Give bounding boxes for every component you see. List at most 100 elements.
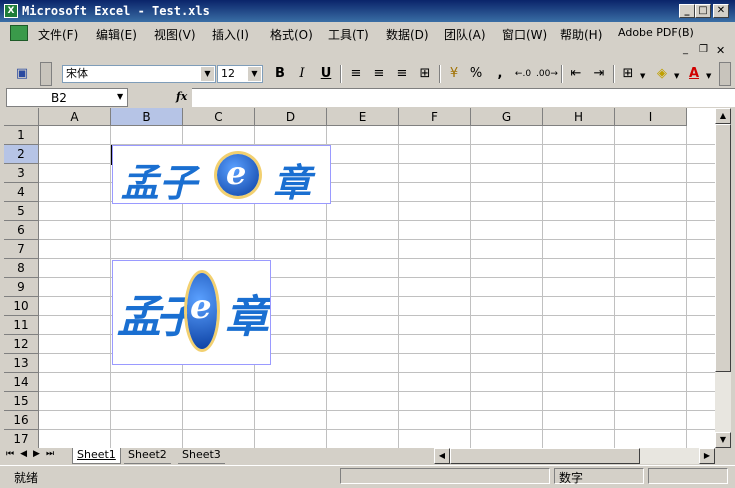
picture-logo-1[interactable]: 孟子 e 章 bbox=[112, 145, 331, 204]
chevron-down-icon[interactable]: ▼ bbox=[117, 92, 123, 101]
row-header-2[interactable]: 2 bbox=[4, 145, 39, 164]
formula-input[interactable] bbox=[192, 88, 735, 107]
align-center-button[interactable]: ≡ bbox=[369, 64, 389, 84]
menu-tools[interactable]: 工具(T) bbox=[328, 26, 369, 43]
font-size-combo[interactable]: 12 ▼ bbox=[217, 65, 263, 83]
scroll-left-button[interactable]: ◀ bbox=[434, 448, 450, 464]
doc-close-button[interactable]: ✕ bbox=[716, 44, 725, 57]
row-header-12[interactable]: 12 bbox=[4, 335, 39, 354]
h-scroll-thumb[interactable] bbox=[450, 448, 640, 464]
maximize-button[interactable]: □ bbox=[695, 4, 711, 18]
insert-function-button[interactable]: fx bbox=[176, 90, 187, 103]
scroll-thumb[interactable] bbox=[715, 124, 731, 372]
name-box[interactable]: B2 ▼ bbox=[6, 88, 128, 107]
menu-window[interactable]: 窗口(W) bbox=[502, 26, 547, 43]
row-header-4[interactable]: 4 bbox=[4, 183, 39, 202]
menu-format[interactable]: 格式(O) bbox=[270, 26, 313, 43]
first-sheet-icon[interactable]: ⏮ bbox=[6, 449, 20, 459]
save-button[interactable]: ▣ bbox=[12, 64, 32, 84]
row-header-3[interactable]: 3 bbox=[4, 164, 39, 183]
title-bar[interactable]: X Microsoft Excel - Test.xls _ □ ✕ bbox=[0, 0, 735, 22]
row-header-13[interactable]: 13 bbox=[4, 354, 39, 373]
last-sheet-icon[interactable]: ⏭ bbox=[46, 449, 60, 459]
column-header-a[interactable]: A bbox=[39, 108, 111, 126]
prev-sheet-icon[interactable]: ◀ bbox=[20, 449, 33, 459]
chevron-down-icon[interactable]: ▼ bbox=[201, 67, 214, 81]
menu-edit[interactable]: 编辑(E) bbox=[96, 26, 137, 43]
sheet-tab-3[interactable]: Sheet3 bbox=[178, 448, 225, 464]
row-header-16[interactable]: 16 bbox=[4, 411, 39, 430]
row-header-17[interactable]: 17 bbox=[4, 430, 39, 448]
row-header-10[interactable]: 10 bbox=[4, 297, 39, 316]
column-header-b[interactable]: B bbox=[111, 108, 183, 126]
sheet-tab-2[interactable]: Sheet2 bbox=[124, 448, 171, 464]
increase-indent-button[interactable]: ⇥ bbox=[589, 64, 609, 84]
chevron-down-icon[interactable]: ▼ bbox=[674, 72, 679, 80]
fill-color-button[interactable]: ◈ bbox=[652, 64, 672, 84]
italic-button[interactable]: I bbox=[292, 64, 312, 84]
toolbar-separator bbox=[561, 65, 563, 83]
merge-center-button[interactable]: ⊞ bbox=[415, 64, 435, 84]
close-button[interactable]: ✕ bbox=[713, 4, 729, 18]
row-header-11[interactable]: 11 bbox=[4, 316, 39, 335]
underline-button[interactable]: U bbox=[316, 64, 336, 84]
chevron-down-icon[interactable]: ▼ bbox=[706, 72, 711, 80]
row-header-14[interactable]: 14 bbox=[4, 373, 39, 392]
chevron-down-icon[interactable]: ▼ bbox=[248, 67, 261, 81]
picture-logo-2[interactable]: 孟子 e 章 bbox=[112, 260, 271, 365]
grid-line-vertical bbox=[110, 126, 111, 448]
select-all-corner[interactable] bbox=[4, 108, 39, 126]
workbook-icon[interactable] bbox=[10, 25, 28, 41]
column-header-d[interactable]: D bbox=[255, 108, 327, 126]
menu-team[interactable]: 团队(A) bbox=[444, 26, 486, 43]
doc-restore-button[interactable]: ❐ bbox=[699, 44, 708, 55]
scroll-down-button[interactable]: ▼ bbox=[715, 432, 731, 448]
percent-button[interactable]: % bbox=[466, 64, 486, 84]
bold-button[interactable]: B bbox=[270, 64, 290, 84]
worksheet-grid[interactable]: ABCDEFGHI 1 2 3 4 5 6 7 8 9 10 11 12 13 14 15 16 17 孟子 e… bbox=[4, 108, 715, 448]
column-header-f[interactable]: F bbox=[399, 108, 471, 126]
decrease-indent-button[interactable]: ⇤ bbox=[566, 64, 586, 84]
column-header-g[interactable]: G bbox=[471, 108, 543, 126]
vertical-scrollbar[interactable]: ▲ ▼ bbox=[715, 108, 731, 448]
decrease-decimal-button[interactable]: .00→ bbox=[536, 64, 558, 84]
borders-button[interactable]: ⊞ bbox=[618, 64, 638, 84]
menu-adobe-pdf[interactable]: Adobe PDF(B) bbox=[618, 26, 694, 39]
row-header-7[interactable]: 7 bbox=[4, 240, 39, 259]
horizontal-scrollbar[interactable]: ◀ ▶ bbox=[434, 448, 715, 464]
column-header-c[interactable]: C bbox=[183, 108, 255, 126]
scroll-up-button[interactable]: ▲ bbox=[715, 108, 731, 124]
toolbar-options-button[interactable] bbox=[40, 62, 52, 86]
chevron-down-icon[interactable]: ▼ bbox=[640, 72, 645, 80]
doc-minimize-button[interactable]: _ bbox=[683, 44, 688, 55]
toolbar-options-button[interactable] bbox=[719, 62, 731, 86]
row-header-15[interactable]: 15 bbox=[4, 392, 39, 411]
align-left-button[interactable]: ≡ bbox=[346, 64, 366, 84]
next-sheet-icon[interactable]: ▶ bbox=[33, 449, 46, 459]
row-header-6[interactable]: 6 bbox=[4, 221, 39, 240]
menu-data[interactable]: 数据(D) bbox=[386, 26, 429, 43]
excel-app-icon[interactable]: X bbox=[4, 4, 18, 18]
comma-button[interactable]: , bbox=[490, 64, 510, 84]
align-right-button[interactable]: ≡ bbox=[392, 64, 412, 84]
row-header-9[interactable]: 9 bbox=[4, 278, 39, 297]
row-header-1[interactable]: 1 bbox=[4, 126, 39, 145]
menu-file[interactable]: 文件(F) bbox=[38, 26, 78, 43]
menu-insert[interactable]: 插入(I) bbox=[212, 26, 249, 43]
minimize-button[interactable]: _ bbox=[679, 4, 695, 18]
column-header-h[interactable]: H bbox=[543, 108, 615, 126]
scroll-right-button[interactable]: ▶ bbox=[699, 448, 715, 464]
column-header-i[interactable]: I bbox=[615, 108, 687, 126]
font-color-button[interactable]: A bbox=[684, 64, 704, 84]
increase-decimal-button[interactable]: ←.0 bbox=[513, 64, 533, 84]
tab-scroll-buttons[interactable]: ⏮◀▶⏭ bbox=[6, 449, 60, 459]
menu-view[interactable]: 视图(V) bbox=[154, 26, 196, 43]
paint-bucket-icon: ◈ bbox=[657, 66, 667, 81]
currency-button[interactable]: ¥ bbox=[444, 64, 464, 84]
column-header-e[interactable]: E bbox=[327, 108, 399, 126]
row-header-8[interactable]: 8 bbox=[4, 259, 39, 278]
row-header-5[interactable]: 5 bbox=[4, 202, 39, 221]
font-name-combo[interactable]: 宋体 ▼ bbox=[62, 65, 216, 83]
sheet-tab-1[interactable]: Sheet1 bbox=[72, 448, 121, 464]
menu-help[interactable]: 帮助(H) bbox=[560, 26, 602, 43]
